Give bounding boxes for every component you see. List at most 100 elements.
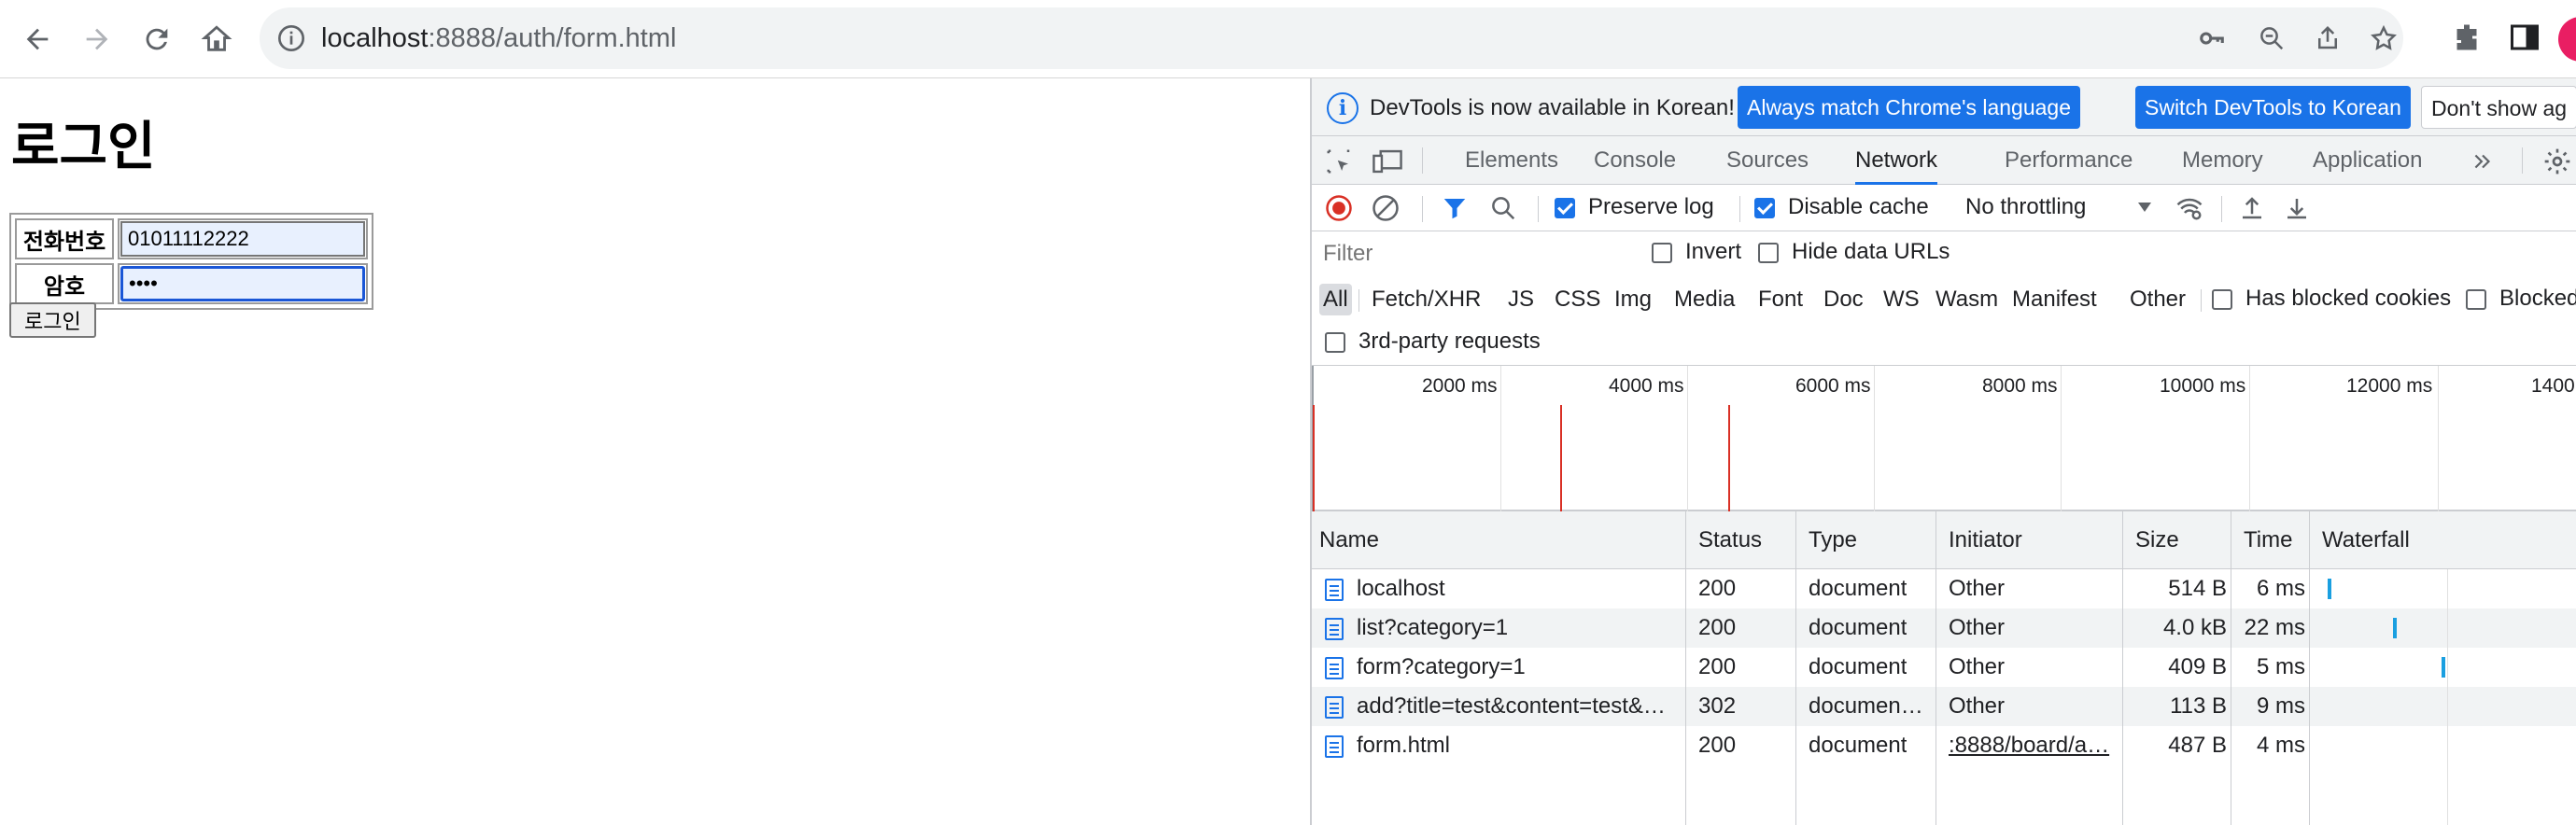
tab-application[interactable]: Application	[2313, 136, 2422, 185]
device-toolbar-icon[interactable]	[1372, 147, 1403, 175]
search-icon[interactable]	[1489, 194, 1517, 222]
clear-icon[interactable]	[1372, 194, 1400, 222]
switch-language-button[interactable]: Switch DevTools to Korean	[2135, 86, 2411, 129]
request-initiator: Other	[1949, 615, 2006, 640]
request-name[interactable]: localhost	[1357, 569, 1680, 608]
disable-cache-checkbox[interactable]	[1754, 198, 1775, 218]
forward-button[interactable]	[75, 17, 120, 62]
type-filter-ws[interactable]: WS	[1879, 284, 1923, 315]
password-input[interactable]	[120, 266, 365, 301]
zoom-icon[interactable]	[2258, 24, 2286, 52]
throttling-select[interactable]: No throttling	[1965, 194, 2086, 220]
request-name[interactable]: add?title=test&content=test&…	[1357, 687, 1680, 726]
phone-input[interactable]	[120, 221, 365, 257]
waterfall-bar	[2393, 618, 2397, 638]
timeline-tick-label: 4000 ms	[1609, 375, 1684, 397]
preserve-log-checkbox[interactable]	[1555, 198, 1575, 218]
request-name[interactable]: list?category=1	[1357, 608, 1680, 648]
url-host: localhost	[321, 23, 429, 53]
table-row[interactable]: form?category=1 200 document Other 409 B…	[1312, 648, 2576, 687]
network-conditions-icon[interactable]	[2175, 194, 2204, 222]
key-icon[interactable]	[2198, 24, 2226, 52]
network-overview-timeline[interactable]: 2000 ms 4000 ms 6000 ms 8000 ms 10000 ms…	[1312, 366, 2576, 511]
request-initiator-link[interactable]: :8888/board/a…	[1949, 726, 2122, 765]
type-filter-js[interactable]: JS	[1504, 284, 1538, 315]
tab-sources[interactable]: Sources	[1726, 136, 1809, 185]
url-path: :8888/auth/form.html	[428, 23, 677, 53]
column-header-status[interactable]: Status	[1691, 511, 1762, 569]
tab-memory[interactable]: Memory	[2182, 136, 2263, 185]
tab-network[interactable]: Network	[1855, 136, 1938, 185]
column-header-size[interactable]: Size	[2128, 511, 2179, 569]
column-header-waterfall[interactable]: Waterfall	[2315, 511, 2410, 569]
type-filter-img[interactable]: Img	[1611, 284, 1655, 315]
bookmark-star-icon[interactable]	[2370, 24, 2398, 52]
column-header-type[interactable]: Type	[1801, 511, 1857, 569]
request-time: 4 ms	[2256, 733, 2305, 758]
dont-show-again-button[interactable]: Don't show ag	[2421, 86, 2576, 129]
third-party-checkbox[interactable]	[1325, 332, 1345, 353]
export-har-icon[interactable]	[2283, 194, 2311, 222]
tab-elements[interactable]: Elements	[1465, 136, 1558, 185]
type-filter-fetch-xhr[interactable]: Fetch/XHR	[1368, 284, 1485, 315]
back-button[interactable]	[15, 17, 60, 62]
type-filter-all[interactable]: All	[1319, 284, 1352, 315]
record-stop-icon[interactable]	[1325, 194, 1353, 222]
timeline-tick-label: 12000 ms	[2346, 375, 2433, 397]
chevron-down-icon[interactable]	[2135, 200, 2154, 215]
tab-performance[interactable]: Performance	[2005, 136, 2133, 185]
column-header-initiator[interactable]: Initiator	[1941, 511, 2022, 569]
hide-data-urls-checkbox[interactable]	[1758, 243, 1779, 263]
request-size: 113 B	[2170, 693, 2227, 719]
tab-console[interactable]: Console	[1594, 136, 1676, 185]
home-button[interactable]	[194, 17, 239, 62]
blocked-requests-label: Blocked	[2499, 286, 2576, 311]
reload-button[interactable]	[134, 17, 179, 62]
requests-table-header: Name Status Type Initiator Size Time Wat…	[1312, 511, 2576, 569]
extensions-icon[interactable]	[2450, 21, 2484, 54]
request-name[interactable]: form.html	[1357, 726, 1680, 765]
type-filter-other[interactable]: Other	[2126, 284, 2189, 315]
side-panel-icon[interactable]	[2508, 21, 2541, 54]
timeline-tick-label: 1400	[2531, 375, 2575, 397]
invert-checkbox[interactable]	[1652, 243, 1672, 263]
request-status: 302	[1698, 693, 1737, 719]
share-icon[interactable]	[2314, 24, 2342, 52]
timeline-tick-label: 10000 ms	[2160, 375, 2246, 397]
table-row[interactable]: list?category=1 200 document Other 4.0 k…	[1312, 608, 2576, 648]
request-name[interactable]: form?category=1	[1357, 648, 1680, 687]
document-icon	[1325, 657, 1344, 679]
third-party-filter: 3rd-party requests	[1312, 321, 2576, 366]
address-bar[interactable]: localhost:8888/auth/form.html	[260, 7, 2403, 69]
waterfall-bar	[2328, 579, 2331, 599]
document-icon	[1325, 618, 1344, 640]
type-filter-css[interactable]: CSS	[1551, 284, 1604, 315]
devtools-tabbar: Elements Console Sources Network Perform…	[1312, 136, 2576, 185]
settings-gear-icon[interactable]	[2542, 147, 2572, 176]
table-row[interactable]: localhost 200 document Other 514 B 6 ms	[1312, 569, 2576, 608]
filter-input[interactable]	[1317, 237, 1631, 271]
request-type: document	[1809, 615, 1907, 640]
has-blocked-cookies-checkbox[interactable]	[2212, 289, 2232, 310]
blocked-requests-checkbox[interactable]	[2466, 289, 2486, 310]
inspect-element-icon[interactable]	[1325, 147, 1353, 175]
url-text[interactable]: localhost:8888/auth/form.html	[321, 23, 676, 53]
site-info-icon[interactable]	[276, 23, 306, 53]
type-filter-media[interactable]: Media	[1670, 284, 1738, 315]
import-har-icon[interactable]	[2238, 194, 2266, 222]
match-language-button[interactable]: Always match Chrome's language	[1738, 86, 2080, 129]
type-filter-doc[interactable]: Doc	[1820, 284, 1867, 315]
table-row[interactable]: form.html 200 document :8888/board/a… 48…	[1312, 726, 2576, 765]
type-filter-font[interactable]: Font	[1754, 284, 1807, 315]
filter-funnel-icon[interactable]	[1441, 194, 1469, 222]
column-header-name[interactable]: Name	[1312, 511, 1379, 569]
type-filter-manifest[interactable]: Manifest	[2008, 284, 2101, 315]
profile-avatar[interactable]	[2558, 17, 2576, 62]
type-filter-wasm[interactable]: Wasm	[1932, 284, 2002, 315]
login-button[interactable]: 로그인	[9, 302, 96, 338]
table-row[interactable]: add?title=test&content=test&… 302 docume…	[1312, 687, 2576, 726]
column-header-time[interactable]: Time	[2236, 511, 2292, 569]
devtools-panel: i DevTools is now available in Korean! A…	[1310, 78, 2576, 825]
arrow-right-icon	[86, 28, 108, 50]
more-tabs-chevron-icon[interactable]	[2470, 149, 2496, 174]
